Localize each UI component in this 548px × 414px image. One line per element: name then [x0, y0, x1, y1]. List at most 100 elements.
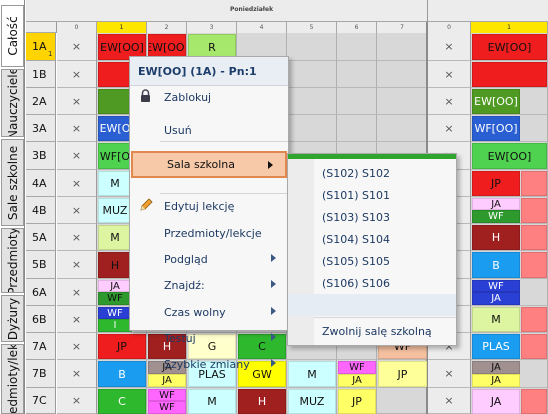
row-label-3a[interactable]: 3A [26, 115, 56, 142]
lesson-h[interactable]: H [238, 389, 286, 414]
lesson-jp[interactable]: JP [378, 361, 427, 387]
lesson-jp[interactable]: JP [338, 389, 376, 414]
lesson-h[interactable]: H [472, 225, 520, 250]
lesson-ja[interactable]: JA [472, 389, 520, 414]
lesson-ew-oo-[interactable]: EW[OO] [472, 34, 547, 60]
lesson-wf[interactable]: WF [472, 210, 520, 223]
submenu-item-s104-s104[interactable]: (S104) S104 [288, 228, 456, 250]
menu-item-zablokuj[interactable]: Zablokuj [130, 84, 288, 110]
lesson-block[interactable] [521, 171, 547, 196]
lesson-block[interactable] [472, 62, 547, 87]
lesson-wf[interactable]: WF [338, 361, 376, 374]
lesson-ja[interactable]: JA [338, 374, 376, 387]
lesson-slot[interactable] [287, 33, 337, 61]
lesson-label: WF [107, 293, 123, 304]
lesson-wf[interactable]: WF [98, 292, 132, 305]
lesson-ew-oo-[interactable]: EW[OO] [472, 143, 547, 169]
lesson-slot[interactable] [377, 88, 428, 115]
lesson-block[interactable] [521, 198, 547, 223]
lesson-m[interactable]: M [98, 225, 132, 250]
submenu-item-s101-s101[interactable]: (S101) S101 [288, 184, 456, 206]
lesson-ja[interactable]: JA [472, 374, 520, 387]
lesson-slot[interactable] [287, 61, 337, 88]
lesson-ja[interactable]: JA [98, 280, 132, 292]
lesson-muz[interactable]: MUZ [98, 198, 132, 223]
menu-item-edytuj-lekcję[interactable]: Edytuj lekcję [130, 193, 288, 219]
lesson-wf[interactable]: WF [148, 389, 186, 401]
submenu-item-s103-s103[interactable]: (S103) S103 [288, 206, 456, 228]
tab-przedmioty-lekcje[interactable]: Przedmioty/lekcje [1, 344, 24, 414]
lesson-m[interactable]: M [472, 307, 520, 332]
menu-item-podgląd[interactable]: Podgląd [130, 246, 288, 272]
lesson-wf-oo-[interactable]: WF[OO] [472, 116, 520, 141]
menu-item-przedmioty-lekcje[interactable]: Przedmioty/lekcje [130, 220, 288, 246]
lesson-label: WF [349, 362, 365, 373]
lesson-h[interactable]: H [98, 252, 132, 278]
lesson-slot[interactable] [337, 115, 377, 142]
row-label-5a[interactable]: 5A [26, 224, 56, 251]
lesson-plas[interactable]: PLAS [472, 334, 520, 359]
menu-item-sala-szkolna[interactable]: Sala szkolna [131, 151, 287, 178]
tab-nauczyciele[interactable]: Nauczyciele [1, 69, 24, 137]
row-label-3b[interactable]: 3B [26, 142, 56, 170]
row-label-4a[interactable]: 4A [26, 170, 56, 197]
lesson-ja[interactable]: JA [472, 292, 520, 305]
lesson-slot[interactable] [287, 88, 337, 115]
submenu-item-s106-s106[interactable]: (S106) S106 [288, 272, 456, 294]
lesson-wf-o[interactable]: WF[O [98, 143, 132, 169]
menu-item-szybkie-zmiany[interactable]: Szybkie zmiany [130, 351, 288, 377]
row-label-6a[interactable]: 6A [26, 279, 56, 306]
lesson-ew-oo-[interactable]: EW[OO] [472, 89, 520, 114]
submenu-item-s102-s102[interactable]: (S102) S102 [288, 162, 456, 184]
menu-item-czas-wolny[interactable]: Czas wolny [130, 299, 288, 325]
lesson-slot[interactable] [337, 33, 377, 61]
row-label-4b[interactable]: 4B [26, 197, 56, 224]
row-label-5b[interactable]: 5B [26, 251, 56, 279]
lesson-wf[interactable]: WF [98, 307, 132, 319]
lesson-block[interactable] [521, 389, 547, 414]
lesson-block[interactable] [521, 252, 547, 278]
lesson-b[interactable]: B [472, 252, 520, 278]
lesson-block[interactable] [521, 225, 547, 250]
row-label-1a[interactable]: 1A 1 [26, 33, 56, 61]
row-label-1b[interactable]: 1B [26, 61, 56, 88]
submenu-item-release-room[interactable]: Zwolnij salę szkolną [288, 320, 456, 342]
lesson-wf[interactable]: WF [148, 401, 186, 414]
tab-dyżury[interactable]: Dyżury [1, 295, 24, 342]
tab-sale-szkolne[interactable]: Sale szkolne [1, 139, 24, 226]
lesson-i[interactable]: I [98, 319, 132, 332]
menu-item-znajdź[interactable]: Znajdź: [130, 272, 288, 298]
tab-przedmioty[interactable]: Przedmioty [1, 228, 24, 293]
lesson-slot[interactable] [337, 61, 377, 88]
lesson-ew-o[interactable]: EW[O [98, 116, 132, 141]
menu-item-testuj[interactable]: Testuj [130, 325, 288, 351]
lesson-ja[interactable]: JA [472, 198, 520, 210]
lesson-slot[interactable] [377, 61, 428, 88]
lesson-block[interactable] [98, 62, 132, 87]
lesson-c[interactable]: C [98, 389, 146, 414]
lesson-slot[interactable] [377, 388, 428, 414]
lesson-m[interactable]: M [188, 389, 236, 414]
lesson-jp[interactable]: JP [472, 171, 520, 196]
lesson-block[interactable] [521, 334, 547, 359]
menu-item-usuń[interactable]: Usuń [130, 117, 288, 143]
lesson-ja[interactable]: JA [472, 361, 520, 374]
lesson-slot[interactable] [377, 33, 428, 61]
row-label-2a[interactable]: 2A [26, 88, 56, 115]
lesson-m[interactable]: M [288, 361, 336, 387]
row-label-7b[interactable]: 7B [26, 360, 56, 388]
lesson-muz[interactable]: MUZ [288, 389, 336, 414]
lesson-block[interactable] [98, 89, 132, 114]
submenu-item-s105-s105[interactable]: (S105) S105 [288, 250, 456, 272]
lesson-slot[interactable] [287, 115, 337, 142]
lesson-m[interactable]: M [98, 171, 132, 196]
lesson-slot[interactable] [377, 115, 428, 142]
row-label-6b[interactable]: 6B [26, 306, 56, 333]
lesson-slot[interactable] [337, 88, 377, 115]
lesson-block[interactable] [521, 307, 547, 332]
column-header: 4 [237, 22, 287, 33]
lesson-wf[interactable]: WF [472, 280, 520, 292]
tab-całość[interactable]: Całość [1, 5, 24, 67]
row-label-7a[interactable]: 7A [26, 333, 56, 360]
row-label-7c[interactable]: 7C [26, 388, 56, 414]
